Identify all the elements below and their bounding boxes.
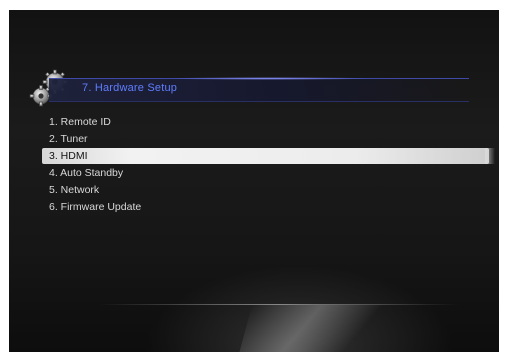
menu-item-hdmi[interactable]: 3. HDMI bbox=[42, 148, 495, 164]
floor-light-beam bbox=[235, 305, 393, 352]
menu-item-remote-id[interactable]: 1. Remote ID bbox=[49, 114, 111, 130]
menu-item-network[interactable]: 5. Network bbox=[49, 182, 99, 198]
setup-screen: 7. Hardware Setup 1. Remote ID 2. Tuner … bbox=[9, 10, 499, 352]
section-title: 7. Hardware Setup bbox=[82, 82, 178, 94]
section-title-bar: 7. Hardware Setup bbox=[49, 77, 469, 102]
menu-item-auto-standby[interactable]: 4. Auto Standby bbox=[49, 165, 123, 181]
menu-item-tuner[interactable]: 2. Tuner bbox=[49, 131, 88, 147]
menu-item-firmware-update[interactable]: 6. Firmware Update bbox=[49, 199, 141, 215]
